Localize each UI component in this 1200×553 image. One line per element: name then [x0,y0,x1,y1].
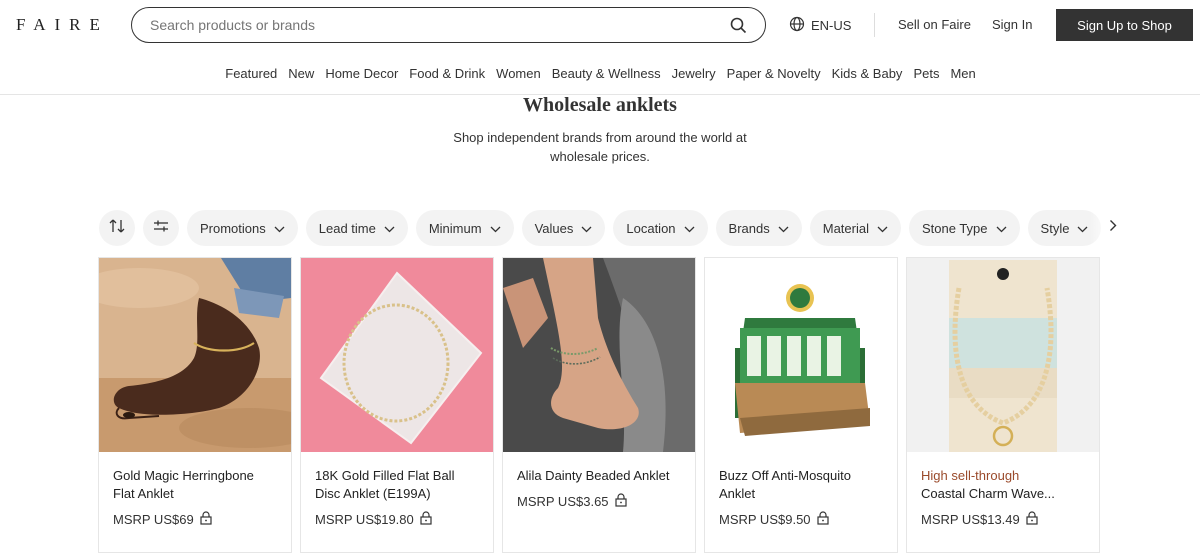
product-card[interactable]: High sell-through Coastal Charm Wave... … [906,257,1100,553]
filter-label: Stone Type [921,220,988,236]
nav-item-featured[interactable]: Featured [225,66,277,81]
filter-label: Values [534,220,574,236]
product-card[interactable]: Buzz Off Anti-Mosquito Anklet MSRP US$9.… [704,257,898,553]
filter-minimum[interactable]: Minimum [415,210,514,246]
chevron-down-icon [996,221,1007,236]
filter-label: Lead time [318,220,376,236]
product-msrp: MSRP US$13.49 [921,512,1020,527]
product-msrp: MSRP US$19.80 [315,512,414,527]
nav-item-paper-novelty[interactable]: Paper & Novelty [727,66,821,81]
lock-icon [1026,511,1038,528]
filter-label: Brands [728,220,770,236]
sell-on-faire-link[interactable]: Sell on Faire [898,17,971,32]
chevron-down-icon [581,221,592,236]
locale-selector[interactable]: EN-US [789,16,851,35]
product-msrp: MSRP US$3.65 [517,494,609,509]
search-icon[interactable] [729,16,747,34]
product-grid: Gold Magic Herringbone Flat Anklet MSRP … [98,257,1100,553]
product-card[interactable]: Gold Magic Herringbone Flat Anklet MSRP … [98,257,292,553]
product-info: Buzz Off Anti-Mosquito Anklet MSRP US$9.… [705,452,897,528]
product-image[interactable] [301,258,493,452]
product-price: MSRP US$69 [113,511,277,528]
product-price: MSRP US$3.65 [517,493,681,510]
product-name[interactable]: Alila Dainty Beaded Anklet [517,467,681,485]
sign-in-link[interactable]: Sign In [992,17,1032,32]
header-divider [874,13,875,37]
page-subtitle: Shop independent brands from around the … [453,130,747,164]
product-name[interactable]: Gold Magic Herringbone Flat Anklet [113,467,277,503]
product-image[interactable] [503,258,695,452]
header: FAIRE Search products or brands EN-US Se… [0,0,1200,50]
globe-icon [789,16,805,35]
chevron-down-icon [384,221,395,236]
nav-item-beauty-wellness[interactable]: Beauty & Wellness [552,66,661,81]
filter-lead-time[interactable]: Lead time [305,210,408,246]
product-price: MSRP US$13.49 [921,511,1085,528]
sort-button[interactable] [99,210,135,246]
filter-brands[interactable]: Brands [715,210,802,246]
lock-icon [614,493,627,510]
filter-label: Promotions [200,220,266,236]
filter-bar: Promotions Lead time Minimum Values Loca… [99,210,1125,246]
search-input[interactable]: Search products or brands [150,17,729,33]
sort-icon [108,218,126,239]
nav-item-home-decor[interactable]: Home Decor [325,66,398,81]
chevron-down-icon [274,221,285,236]
product-info: High sell-through Coastal Charm Wave... … [907,452,1099,528]
product-image[interactable] [705,258,897,452]
page-title: Wholesale anklets [523,94,677,116]
product-name[interactable]: Coastal Charm Wave... [921,485,1085,503]
nav-item-women[interactable]: Women [496,66,541,81]
product-price: MSRP US$9.50 [719,511,883,528]
product-image[interactable] [907,258,1099,452]
filter-scroll-next-button[interactable] [1105,219,1121,237]
lock-icon [200,511,212,528]
filter-label: Material [822,220,869,236]
all-filters-button[interactable] [143,210,179,246]
filter-stone-type[interactable]: Stone Type [908,210,1020,246]
category-nav: Featured New Home Decor Food & Drink Wom… [0,66,1200,81]
nav-item-food-drink[interactable]: Food & Drink [409,66,485,81]
product-price: MSRP US$19.80 [315,511,479,528]
chevron-down-icon [490,221,501,236]
filter-promotions[interactable]: Promotions [187,210,298,246]
product-name[interactable]: Buzz Off Anti-Mosquito Anklet [719,467,883,503]
filter-label: Minimum [428,220,482,236]
filter-material[interactable]: Material [809,210,901,246]
product-info: Alila Dainty Beaded Anklet MSRP US$3.65 [503,452,695,510]
chevron-down-icon [778,221,789,236]
filter-location[interactable]: Location [613,210,708,246]
filter-sliders-icon [153,219,169,238]
product-image[interactable] [99,258,291,452]
search-bar[interactable]: Search products or brands [131,7,766,43]
locale-label: EN-US [811,18,852,33]
chevron-down-icon [877,221,888,236]
chevron-right-icon [1109,219,1117,237]
lock-icon [816,511,829,528]
chevron-down-icon [684,221,695,236]
product-msrp: MSRP US$69 [113,512,194,527]
nav-item-kids-baby[interactable]: Kids & Baby [832,66,903,81]
filter-label: Location [626,220,676,236]
faire-logo[interactable]: FAIRE [16,15,109,35]
nav-item-men[interactable]: Men [950,66,975,81]
nav-item-new[interactable]: New [288,66,314,81]
chevron-down-icon [1077,221,1088,236]
lock-icon [420,511,432,528]
nav-item-pets[interactable]: Pets [913,66,939,81]
sign-up-button[interactable]: Sign Up to Shop [1056,9,1193,41]
filter-label: Style [1040,220,1070,236]
product-name[interactable]: 18K Gold Filled Flat Ball Disc Anklet (E… [315,467,479,503]
filter-values[interactable]: Values [521,210,606,246]
product-msrp: MSRP US$9.50 [719,512,811,527]
product-info: 18K Gold Filled Flat Ball Disc Anklet (E… [301,452,493,528]
product-card[interactable]: 18K Gold Filled Flat Ball Disc Anklet (E… [300,257,494,553]
product-tag: High sell-through [921,468,1020,483]
nav-item-jewelry[interactable]: Jewelry [672,66,716,81]
product-card[interactable]: Alila Dainty Beaded Anklet MSRP US$3.65 [502,257,696,553]
product-info: Gold Magic Herringbone Flat Anklet MSRP … [99,452,291,528]
